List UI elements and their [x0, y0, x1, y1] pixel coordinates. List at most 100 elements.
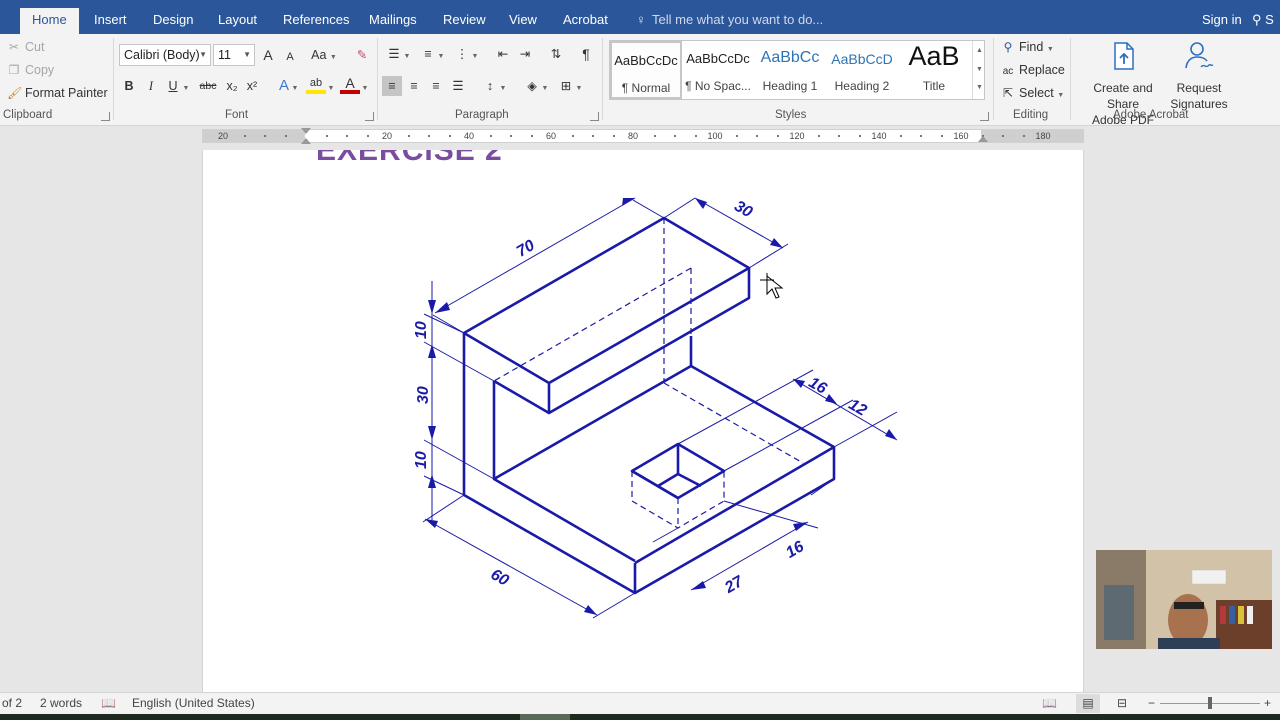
find-button[interactable]: ⚲ Find ▼	[1001, 40, 1054, 54]
clipboard-launcher-icon[interactable]	[101, 112, 110, 121]
copy-button[interactable]: ❐ Copy	[7, 63, 55, 77]
right-indent-marker[interactable]	[978, 136, 988, 142]
multilevel-list-button[interactable]: ⋮	[452, 44, 472, 64]
chevron-down-icon[interactable]: ▼	[973, 60, 986, 79]
chevron-down-icon: ▼	[437, 53, 445, 60]
highlight-button[interactable]: ab	[306, 76, 326, 94]
grow-font-button[interactable]: A	[258, 45, 278, 65]
clear-formatting-button[interactable]: ✎	[352, 45, 372, 65]
underline-button[interactable]: U	[163, 76, 183, 96]
strikethrough-button[interactable]: abc	[196, 76, 220, 96]
font-color-dropdown[interactable]: ▼	[360, 76, 370, 96]
request-signatures-button[interactable]: Request Signatures	[1168, 40, 1230, 112]
gallery-scroll[interactable]: ▲ ▼ ▼	[972, 41, 986, 99]
style-preview: AaBbCcDc	[614, 53, 678, 68]
underline-dropdown[interactable]: ▼	[181, 76, 191, 96]
style-normal[interactable]: AaBbCcDc ¶ Normal	[610, 41, 682, 99]
document-page[interactable]: EXERCISE 2 70 30 10 30 10 16 12 16 27 60	[202, 150, 1084, 692]
tab-acrobat[interactable]: Acrobat	[551, 8, 620, 34]
language-indicator[interactable]: English (United States)	[132, 696, 255, 710]
style-title[interactable]: AaB Title	[898, 41, 970, 99]
subscript-button[interactable]: x₂	[222, 76, 242, 96]
bullets-dropdown[interactable]: ▼	[402, 44, 412, 64]
line-spacing-dropdown[interactable]: ▼	[498, 76, 508, 96]
zoom-slider-thumb[interactable]	[1208, 697, 1212, 709]
decrease-indent-button[interactable]: ⇤	[493, 44, 513, 64]
cut-button[interactable]: ✂ Cut	[7, 40, 44, 54]
first-line-indent-marker[interactable]	[301, 128, 311, 134]
align-left-button[interactable]: ≡	[382, 76, 402, 96]
tab-references[interactable]: References	[271, 8, 361, 34]
justify-button[interactable]: ☰	[448, 76, 468, 96]
change-case-button[interactable]: Aa ▼	[310, 45, 338, 65]
style-preview: AaBbCcDc	[686, 51, 750, 66]
bold-button[interactable]: B	[119, 76, 139, 96]
style-no-spacing[interactable]: AaBbCcDc ¶ No Spac...	[682, 41, 754, 99]
ruler-tick	[1022, 135, 1025, 137]
ribbon-tab-bar: Home Insert Design Layout References Mai…	[0, 0, 1280, 34]
tab-insert[interactable]: Insert	[82, 8, 139, 34]
bullets-button[interactable]: ☰	[384, 44, 404, 64]
copy-label: Copy	[25, 63, 55, 77]
sort-button[interactable]: ⇅	[546, 44, 566, 64]
zoom-in-icon[interactable]: +	[1264, 696, 1271, 710]
tell-me-box[interactable]: ♀ Tell me what you want to do...	[634, 8, 823, 34]
font-launcher-icon[interactable]	[365, 112, 374, 121]
share-button[interactable]: ⚲ S	[1252, 8, 1280, 32]
font-color-button[interactable]: A	[340, 76, 360, 94]
style-heading-1[interactable]: AaBbCc Heading 1	[754, 41, 826, 99]
multilevel-list-dropdown[interactable]: ▼	[470, 44, 480, 64]
chevron-down-icon: ▼	[182, 85, 190, 92]
align-right-button[interactable]: ≡	[426, 76, 446, 96]
text-effects-dropdown[interactable]: ▼	[290, 76, 300, 96]
font-name-combo[interactable]: Calibri (Body) ▼	[119, 44, 211, 66]
tab-design[interactable]: Design	[141, 8, 205, 34]
replace-button[interactable]: ac Replace	[1001, 63, 1065, 77]
proofing-icon[interactable]: 📖	[101, 696, 116, 710]
borders-dropdown[interactable]: ▼	[574, 76, 584, 96]
zoom-out-icon[interactable]: −	[1148, 696, 1155, 710]
styles-group-label: Styles	[775, 109, 807, 121]
select-button[interactable]: ⇱ Select ▼	[1001, 86, 1064, 100]
numbering-button[interactable]: ≡	[418, 44, 438, 64]
page-count[interactable]: of 2	[2, 696, 22, 710]
hole-edge	[657, 472, 702, 488]
read-mode-icon[interactable]: 📖	[1042, 696, 1057, 710]
tab-home[interactable]: Home	[20, 8, 79, 34]
shading-dropdown[interactable]: ▼	[540, 76, 550, 96]
shading-button[interactable]: ◈	[522, 76, 542, 96]
shrink-font-button[interactable]: A	[280, 47, 300, 67]
font-size-combo[interactable]: 11 ▼	[213, 44, 255, 66]
show-formatting-button[interactable]: ¶	[576, 44, 596, 64]
select-label: Select	[1019, 86, 1054, 100]
chevron-up-icon[interactable]: ▲	[973, 41, 986, 60]
ribbon: ✂ Cut ❐ Copy 🖌 Format Painter Clipboard Cal…	[0, 34, 1280, 127]
superscript-button[interactable]: x²	[242, 76, 262, 96]
tab-review[interactable]: Review	[431, 8, 498, 34]
increase-indent-button[interactable]: ⇥	[515, 44, 535, 64]
print-layout-icon[interactable]: ▤	[1076, 694, 1100, 713]
tab-layout[interactable]: Layout	[206, 8, 269, 34]
dim-label-12: 12	[846, 396, 870, 420]
ruler-tick	[366, 135, 369, 137]
paragraph-launcher-icon[interactable]	[590, 112, 599, 121]
strikethrough-label: abc	[199, 80, 217, 92]
style-name: ¶ Normal	[621, 81, 671, 95]
numbering-dropdown[interactable]: ▼	[436, 44, 446, 64]
hanging-indent-marker[interactable]	[301, 138, 311, 144]
tab-view[interactable]: View	[497, 8, 549, 34]
web-layout-icon[interactable]: ⊟	[1117, 696, 1127, 710]
italic-button[interactable]: I	[141, 76, 161, 96]
align-center-button[interactable]: ≡	[404, 76, 424, 96]
format-painter-button[interactable]: 🖌 Format Painter	[7, 86, 108, 100]
word-count[interactable]: 2 words	[40, 696, 82, 710]
tab-mailings[interactable]: Mailings	[357, 8, 429, 34]
sign-in-link[interactable]: Sign in	[1202, 8, 1242, 32]
style-heading-2[interactable]: AaBbCcD Heading 2	[826, 41, 898, 99]
borders-button[interactable]: ⊞	[556, 76, 576, 96]
styles-launcher-icon[interactable]	[980, 112, 989, 121]
highlight-dropdown[interactable]: ▼	[326, 76, 336, 96]
horizontal-ruler[interactable]: 20 20 40 60 80 100 120 140 160 180	[202, 128, 1084, 144]
line-spacing-button[interactable]: ↕	[480, 76, 500, 96]
more-icon[interactable]: ▼	[973, 79, 986, 97]
